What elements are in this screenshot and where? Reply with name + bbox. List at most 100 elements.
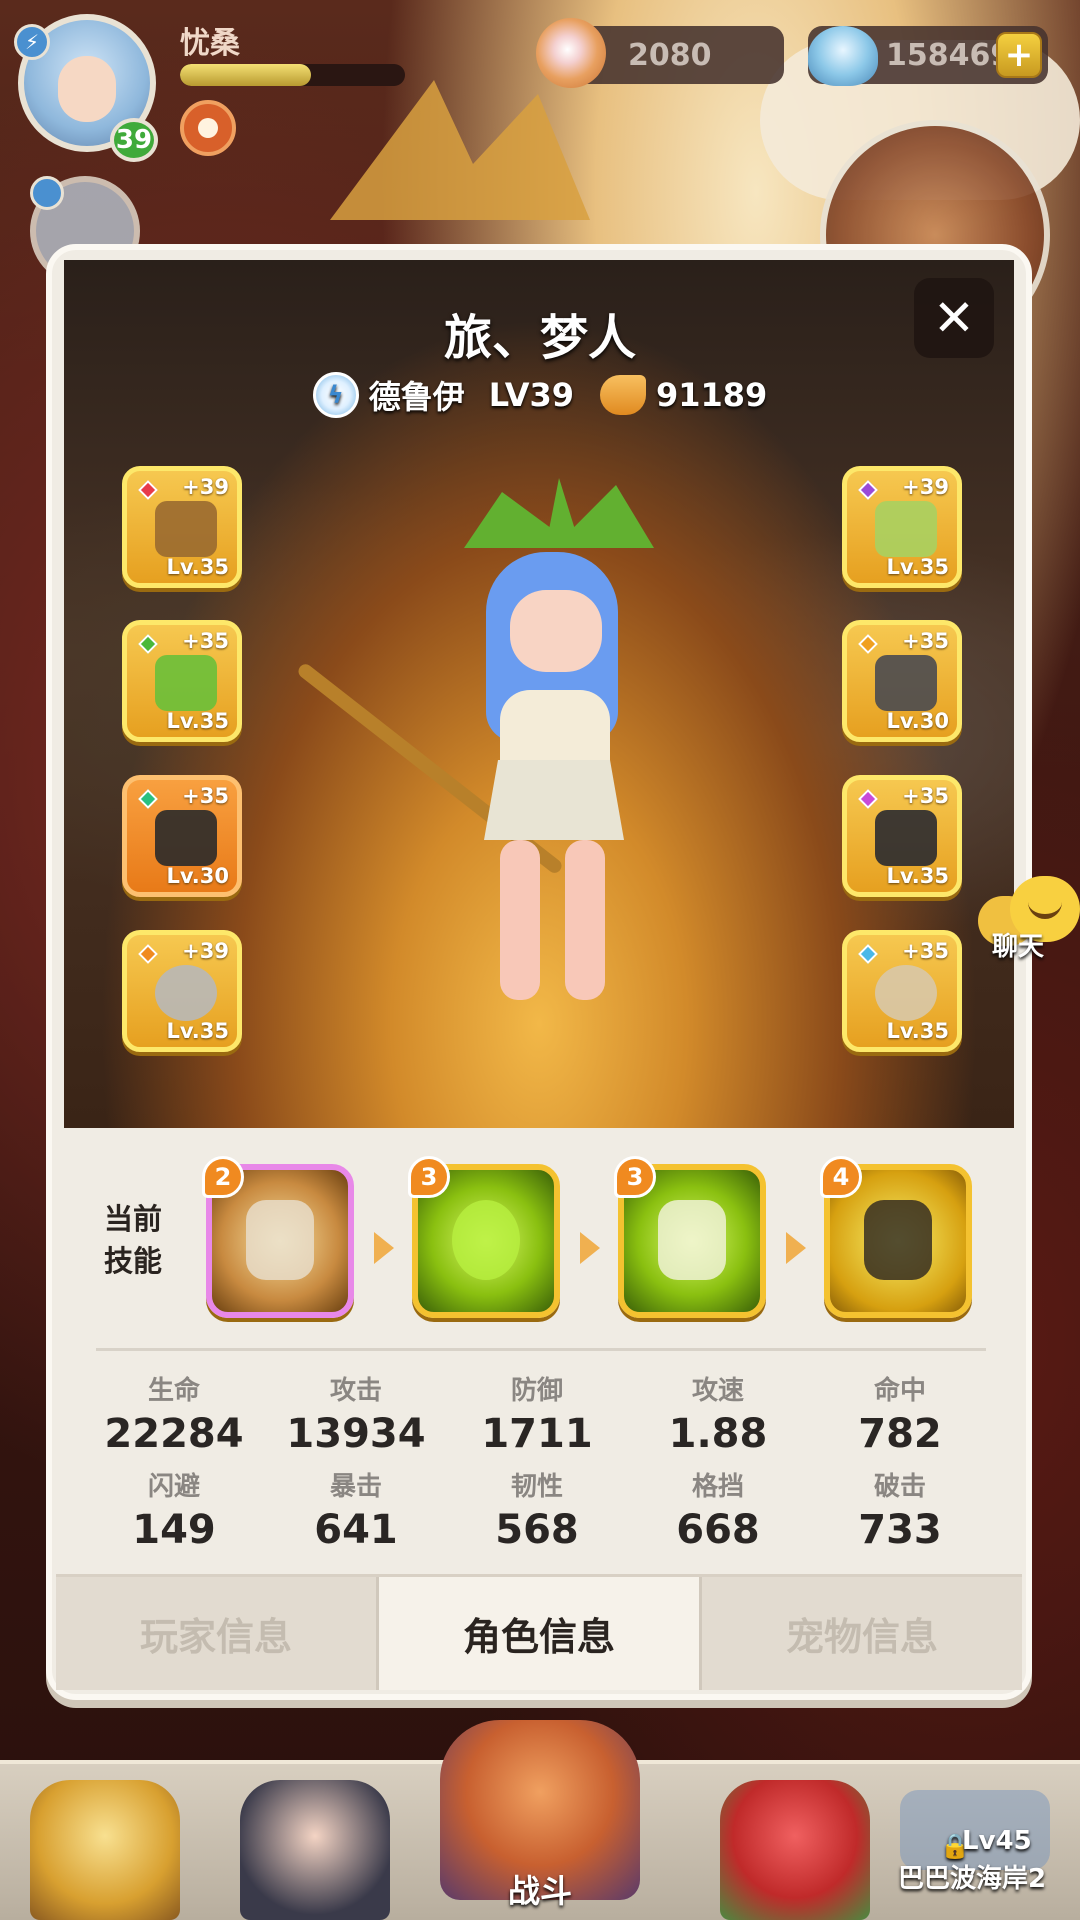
current-skills-label: 当前技能 bbox=[104, 1202, 163, 1278]
close-button[interactable]: ✕ bbox=[914, 278, 994, 358]
gem-icon bbox=[858, 634, 878, 654]
skill-rank-badge: 3 bbox=[408, 1156, 450, 1198]
stat-label: 生命 bbox=[147, 1376, 200, 1406]
equip-slot-armor[interactable]: +35 Lv.30 bbox=[842, 620, 962, 742]
ring-icon bbox=[155, 965, 217, 1021]
nav-hero-button[interactable] bbox=[30, 1780, 180, 1920]
equip-slot-offhand[interactable]: +39 Lv.35 bbox=[842, 466, 962, 588]
equip-slot-shoulder[interactable]: +35 Lv.30 bbox=[122, 775, 242, 897]
skill-clover[interactable]: 3 bbox=[408, 1156, 560, 1318]
exp-bar-fill bbox=[180, 64, 311, 86]
stat-label: 攻速 bbox=[691, 1376, 744, 1406]
stat-accuracy: 命中 782 bbox=[810, 1370, 990, 1457]
map-unlock-level: Lv45 bbox=[962, 1826, 1032, 1856]
skill-dark-spirit[interactable]: 4 bbox=[820, 1156, 972, 1318]
stat-label: 暴击 bbox=[329, 1472, 382, 1502]
equip-slot-boots[interactable]: +35 Lv.35 bbox=[842, 775, 962, 897]
equip-slot-helmet[interactable]: +35 Lv.35 bbox=[122, 620, 242, 742]
enhance-level: +35 bbox=[902, 939, 949, 963]
owl-icon bbox=[246, 1200, 314, 1280]
enhance-level: +39 bbox=[182, 939, 229, 963]
stat-label: 命中 bbox=[873, 1376, 926, 1406]
stat-value: 782 bbox=[858, 1411, 942, 1457]
item-level: Lv.35 bbox=[166, 709, 229, 733]
gem-icon bbox=[138, 634, 158, 654]
stat-defense: 防御 1711 bbox=[447, 1370, 627, 1457]
info-tabs: 玩家信息 角色信息 宠物信息 bbox=[56, 1574, 1022, 1690]
tab-character-info[interactable]: 角色信息 bbox=[379, 1577, 702, 1690]
stat-crit: 暴击 641 bbox=[266, 1466, 446, 1553]
character-skirt bbox=[484, 760, 624, 840]
shell-currency: 158469 + bbox=[808, 26, 1048, 86]
stat-dodge: 闪避 149 bbox=[84, 1466, 264, 1553]
power-value: 91189 bbox=[655, 376, 768, 414]
stat-label: 破击 bbox=[873, 1472, 926, 1502]
stat-value: 641 bbox=[314, 1507, 398, 1553]
stat-pierce: 破击 733 bbox=[810, 1466, 990, 1553]
feather-icon bbox=[875, 501, 937, 557]
staff-icon bbox=[155, 501, 217, 557]
equip-slot-necklace[interactable]: +35 Lv.35 bbox=[842, 930, 962, 1052]
stat-toughness: 韧性 568 bbox=[447, 1466, 627, 1553]
stat-label: 防御 bbox=[510, 1376, 563, 1406]
shell-icon bbox=[808, 26, 878, 86]
shoulder-armor-icon bbox=[155, 810, 217, 866]
battle-label: 战斗 bbox=[508, 1872, 573, 1910]
shell-amount: 158469 bbox=[886, 37, 1012, 73]
player-level-badge: 39 bbox=[110, 118, 158, 162]
add-currency-button[interactable]: + bbox=[996, 32, 1042, 78]
skill-heal-totem[interactable]: 3 bbox=[614, 1156, 766, 1318]
enhance-level: +39 bbox=[902, 475, 949, 499]
enhance-level: +35 bbox=[182, 784, 229, 808]
stat-label: 闪避 bbox=[147, 1472, 200, 1502]
tab-player-info[interactable]: 玩家信息 bbox=[56, 1577, 379, 1690]
stat-value: 1711 bbox=[481, 1411, 593, 1457]
necklace-icon bbox=[875, 965, 937, 1021]
buff-icon[interactable] bbox=[180, 100, 236, 156]
power-icon bbox=[599, 375, 646, 415]
stat-value: 1.88 bbox=[668, 1411, 768, 1457]
item-level: Lv.35 bbox=[166, 1019, 229, 1043]
gem-icon bbox=[138, 480, 158, 500]
item-level: Lv.35 bbox=[166, 555, 229, 579]
enhance-level: +35 bbox=[902, 784, 949, 808]
gem-icon bbox=[138, 944, 158, 964]
gem-icon bbox=[858, 480, 878, 500]
armor-icon bbox=[875, 655, 937, 711]
pearl-icon bbox=[536, 18, 606, 88]
equip-slot-weapon[interactable]: +39 Lv.35 bbox=[122, 466, 242, 588]
nav-pet-button[interactable] bbox=[720, 1780, 870, 1920]
character-leg-left bbox=[500, 840, 540, 1000]
stat-value: 668 bbox=[676, 1507, 760, 1553]
stat-label: 韧性 bbox=[510, 1472, 563, 1502]
class-name: 德鲁伊 bbox=[368, 378, 465, 416]
gem-icon bbox=[858, 789, 878, 809]
pearl-amount: 2080 bbox=[628, 37, 712, 73]
stat-block: 格挡 668 bbox=[628, 1466, 808, 1553]
tab-pet-info[interactable]: 宠物信息 bbox=[702, 1577, 1022, 1690]
character-leg-right bbox=[565, 840, 605, 1000]
skill-rank-badge: 3 bbox=[614, 1156, 656, 1198]
section-divider bbox=[96, 1348, 986, 1351]
stat-value: 22284 bbox=[104, 1411, 244, 1457]
stat-value: 568 bbox=[495, 1507, 579, 1553]
skill-owl-summon[interactable]: 2 bbox=[202, 1156, 354, 1318]
equip-slot-ring[interactable]: +39 Lv.35 bbox=[122, 930, 242, 1052]
pearl-currency: 2080 bbox=[536, 18, 784, 88]
stat-value: 733 bbox=[858, 1507, 942, 1553]
secondary-class-icon bbox=[30, 176, 64, 210]
chat-label[interactable]: 聊天 bbox=[992, 926, 1044, 963]
chevron-right-icon bbox=[580, 1232, 600, 1264]
stat-attack-speed: 攻速 1.88 bbox=[628, 1370, 808, 1457]
enhance-level: +35 bbox=[182, 629, 229, 653]
stat-hp: 生命 22284 bbox=[84, 1370, 264, 1457]
character-subtitle: ϟ 德鲁伊 LV39 91189 bbox=[0, 372, 1080, 418]
item-level: Lv.35 bbox=[886, 1019, 949, 1043]
map-name: 巴巴波海岸2 bbox=[898, 1864, 1047, 1894]
clover-icon bbox=[452, 1200, 520, 1280]
nav-character-button[interactable] bbox=[240, 1780, 390, 1920]
character-level: LV39 bbox=[488, 376, 574, 414]
chevron-right-icon bbox=[786, 1232, 806, 1264]
stat-attack: 攻击 13934 bbox=[266, 1370, 446, 1457]
leaf-sprout bbox=[464, 478, 654, 548]
